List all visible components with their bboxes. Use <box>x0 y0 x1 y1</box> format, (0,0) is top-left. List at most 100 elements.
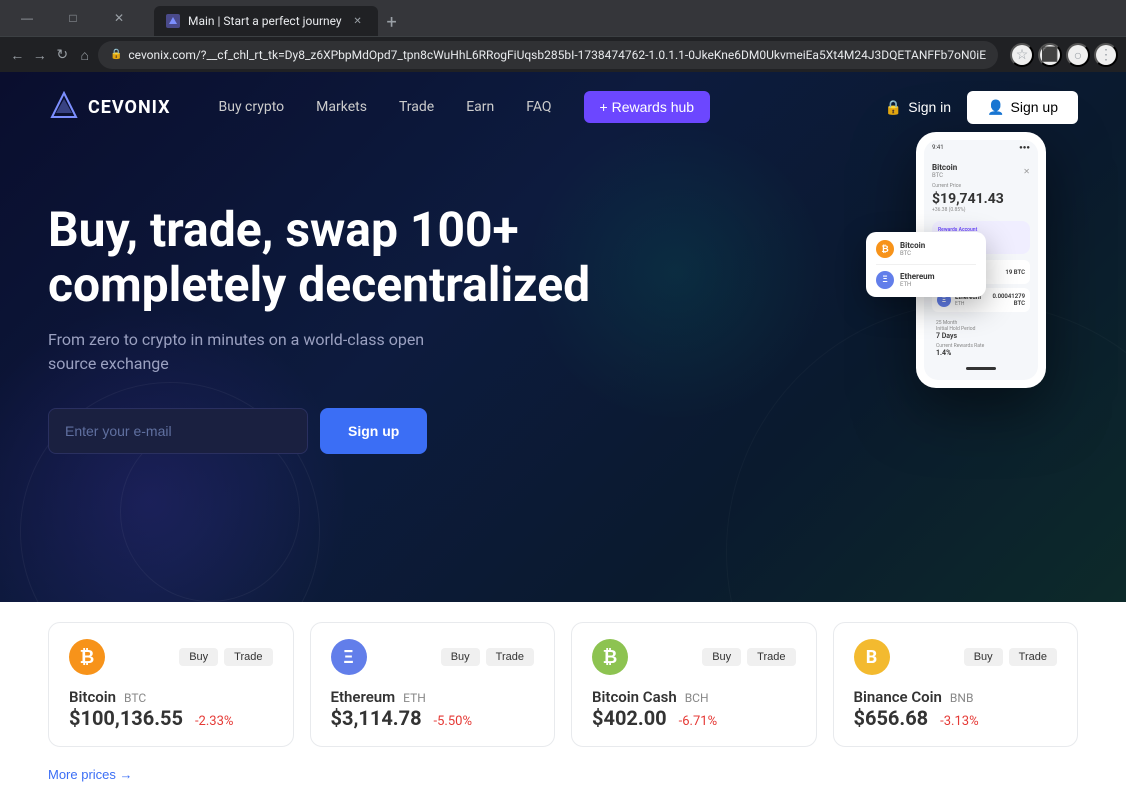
site-content: CEVONIX Buy crypto Markets Trade Earn FA… <box>0 72 1126 602</box>
nav-buy-crypto[interactable]: Buy crypto <box>219 99 285 115</box>
eth-card-icon: Ξ <box>331 639 367 675</box>
bnb-card-change: -3.13% <box>940 714 978 729</box>
bnb-trade-button[interactable]: Trade <box>1009 648 1057 666</box>
refresh-button[interactable]: ↻ <box>53 43 71 67</box>
lock-icon: 🔒 <box>110 49 122 60</box>
extensions-button[interactable]: ⬛ <box>1038 43 1062 67</box>
tab-close-icon[interactable]: ✕ <box>350 13 366 29</box>
close-button[interactable]: ✕ <box>96 0 142 36</box>
float-eth-info: Ethereum ETH <box>900 272 935 288</box>
menu-button[interactable]: ⋮ <box>1094 43 1118 67</box>
phone-mockup: 9:41 ●●● Bitcoin BTC ✕ Current Price $19… <box>916 132 1046 388</box>
coin-header: Bitcoin BTC ✕ <box>932 163 1030 179</box>
hold-info: 25 Month Initial Hold Period 7 Days Curr… <box>932 316 1030 361</box>
navbar: CEVONIX Buy crypto Markets Trade Earn FA… <box>0 72 1126 142</box>
eth-ticker: ETH <box>955 301 981 307</box>
nav-trade[interactable]: Trade <box>399 99 434 115</box>
bch-card-price: $402.00 <box>592 706 667 730</box>
rewards-hub-button[interactable]: + Rewards hub <box>584 91 711 123</box>
pc-bnb-price-row: $656.68 -3.13% <box>854 706 1058 730</box>
eth-amount: 0.00041279 BTC <box>985 293 1025 307</box>
coin-name: Bitcoin <box>932 163 957 172</box>
eth-buy-button[interactable]: Buy <box>441 648 480 666</box>
float-btc-row: ₿ Bitcoin BTC <box>876 240 976 258</box>
btc-card-change: -2.33% <box>195 714 233 729</box>
price-card-bnb: B Buy Trade Binance Coin BNB $656.68 -3.… <box>833 622 1079 747</box>
hold-period-value: 7 Days <box>936 332 1026 340</box>
new-tab-button[interactable]: + <box>378 8 406 36</box>
more-prices-button[interactable]: More prices → <box>48 759 1078 790</box>
pc-bnb-name-row: Binance Coin BNB <box>854 687 1058 706</box>
float-eth-ticker: ETH <box>900 281 935 288</box>
home-indicator <box>966 367 996 370</box>
float-btc-ticker: BTC <box>900 250 925 257</box>
hero-subtitle: From zero to crypto in minutes on a worl… <box>48 328 428 376</box>
price-label: Current Price <box>932 183 1030 189</box>
phone-signal: ●●● <box>1019 144 1030 151</box>
forward-button[interactable]: → <box>30 43 48 67</box>
signup-button[interactable]: 👤 Sign up <box>967 91 1078 124</box>
hero-form: Sign up <box>48 408 1078 454</box>
pc-bnb-header: B Buy Trade <box>854 639 1058 675</box>
float-btc-icon: ₿ <box>876 240 894 258</box>
nav-links: Buy crypto Markets Trade Earn FAQ + Rewa… <box>219 91 885 123</box>
email-input[interactable] <box>48 408 308 454</box>
price-card-btc: ₿ Buy Trade Bitcoin BTC $100,136.55 -2.3… <box>48 622 294 747</box>
pc-bch-buttons: Buy Trade <box>702 648 795 666</box>
bch-card-name: Bitcoin Cash <box>592 688 677 706</box>
nav-earn[interactable]: Earn <box>466 99 494 115</box>
browser-chrome: — □ ✕ Main | Start a perfect journey ✕ +… <box>0 0 1126 72</box>
profile-button[interactable]: ○ <box>1066 43 1090 67</box>
btc-card-ticker: BTC <box>124 691 146 705</box>
logo-text: CEVONIX <box>88 97 171 118</box>
tab-favicon <box>166 14 180 28</box>
btc-card-name: Bitcoin <box>69 688 116 706</box>
btc-buy-button[interactable]: Buy <box>179 648 218 666</box>
btc-card-icon: ₿ <box>69 639 105 675</box>
eth-card-name: Ethereum <box>331 688 396 706</box>
btc-card-price: $100,136.55 <box>69 706 183 730</box>
price-section: ₿ Buy Trade Bitcoin BTC $100,136.55 -2.3… <box>0 602 1126 790</box>
back-button[interactable]: ← <box>8 43 26 67</box>
pc-btc-buttons: Buy Trade <box>179 648 272 666</box>
pc-eth-header: Ξ Buy Trade <box>331 639 535 675</box>
eth-trade-button[interactable]: Trade <box>486 648 534 666</box>
bookmark-button[interactable]: ☆ <box>1010 43 1034 67</box>
bnb-card-icon: B <box>854 639 890 675</box>
nav-markets[interactable]: Markets <box>316 99 367 115</box>
price-cards: ₿ Buy Trade Bitcoin BTC $100,136.55 -2.3… <box>48 622 1078 747</box>
close-icon[interactable]: ✕ <box>1023 167 1030 176</box>
bnb-card-price: $656.68 <box>854 706 929 730</box>
pc-eth-buttons: Buy Trade <box>441 648 534 666</box>
address-bar[interactable]: 🔒 cevonix.com/?__cf_chl_rt_tk=Dy8_z6XPbp… <box>98 41 998 69</box>
float-card: ₿ Bitcoin BTC Ξ Ethereum ETH <box>866 232 986 297</box>
pc-btc-name-row: Bitcoin BTC <box>69 687 273 706</box>
browser-tab[interactable]: Main | Start a perfect journey ✕ <box>154 6 378 36</box>
lock-icon-small: 🔒 <box>885 99 902 116</box>
price-card-bch: ₿ Buy Trade Bitcoin Cash BCH $402.00 -6.… <box>571 622 817 747</box>
eth-card-price: $3,114.78 <box>331 706 422 730</box>
btc-trade-button[interactable]: Trade <box>224 648 272 666</box>
float-eth-name: Ethereum <box>900 272 935 281</box>
logo: CEVONIX <box>48 91 171 123</box>
pc-bnb-buttons: Buy Trade <box>964 648 1057 666</box>
hero-signup-button[interactable]: Sign up <box>320 408 427 454</box>
maximize-button[interactable]: □ <box>50 0 96 36</box>
bch-trade-button[interactable]: Trade <box>747 648 795 666</box>
url-text: cevonix.com/?__cf_chl_rt_tk=Dy8_z6XPbpMd… <box>128 48 986 62</box>
hero-title: Buy, trade, swap 100+ completely decentr… <box>48 202 608 312</box>
home-button[interactable]: ⌂ <box>75 43 93 67</box>
signin-button[interactable]: 🔒 Sign in <box>885 99 951 116</box>
pc-eth-price-row: $3,114.78 -5.50% <box>331 706 535 730</box>
bnb-buy-button[interactable]: Buy <box>964 648 1003 666</box>
eth-card-ticker: ETH <box>403 691 426 705</box>
nav-right: 🔒 Sign in 👤 Sign up <box>885 91 1078 124</box>
rate-value: 1.4% <box>936 349 1026 357</box>
bch-buy-button[interactable]: Buy <box>702 648 741 666</box>
price-change: +36.38 (0.85%) <box>932 207 1030 213</box>
tab-title: Main | Start a perfect journey <box>188 14 342 28</box>
float-eth-icon: Ξ <box>876 271 894 289</box>
btc-amount: 19 BTC <box>1005 269 1025 276</box>
minimize-button[interactable]: — <box>4 0 50 36</box>
nav-faq[interactable]: FAQ <box>526 99 551 115</box>
